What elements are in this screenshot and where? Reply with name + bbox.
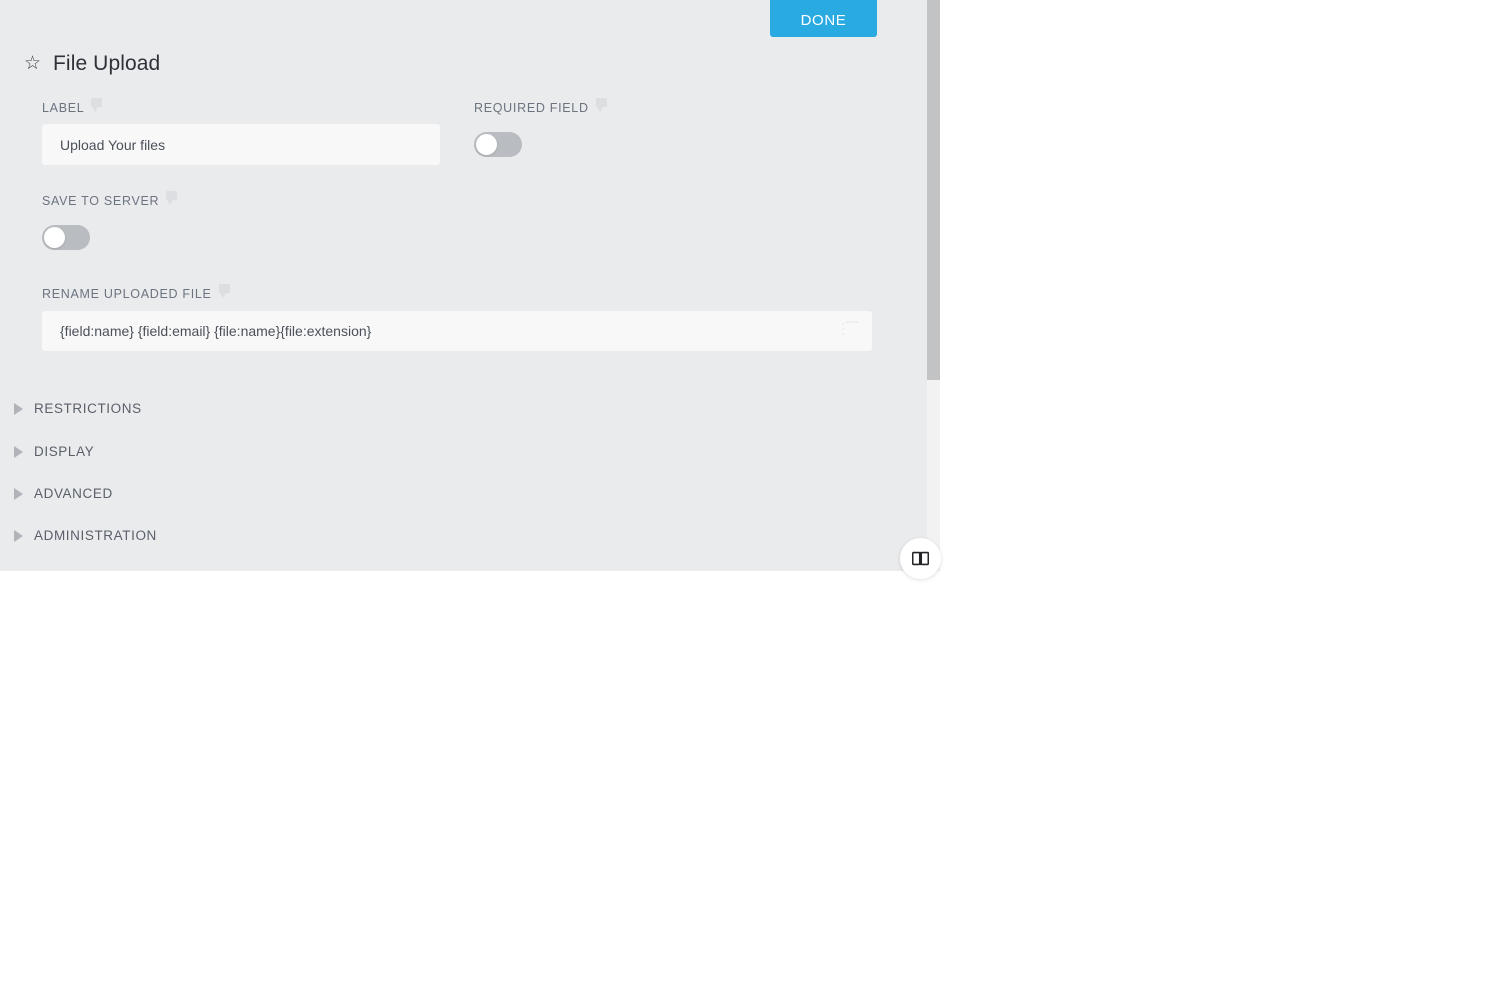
- triangle-right-icon: [14, 529, 23, 542]
- section-restrictions[interactable]: RESTRICTIONS: [14, 401, 142, 416]
- rename-uploaded-file-input[interactable]: [42, 311, 872, 351]
- label-field-caption: LABEL: [42, 98, 103, 115]
- open-book-icon: [911, 551, 930, 566]
- section-label: ADMINISTRATION: [34, 528, 157, 543]
- triangle-right-icon: [14, 402, 23, 415]
- label-field-caption-text: LABEL: [42, 101, 85, 115]
- star-outline-icon[interactable]: ☆: [24, 54, 44, 74]
- panel-scrollbar-thumb[interactable]: [927, 0, 940, 380]
- tooltip-bubble-icon[interactable]: [166, 191, 178, 205]
- section-administration[interactable]: ADMINISTRATION: [14, 528, 157, 543]
- required-field-toggle[interactable]: [474, 132, 522, 157]
- toggle-knob: [476, 134, 497, 155]
- save-to-server-toggle[interactable]: [42, 225, 90, 250]
- page-title: File Upload: [53, 52, 161, 75]
- section-advanced[interactable]: ADVANCED: [14, 486, 113, 501]
- rename-uploaded-file-caption-text: RENAME UPLOADED FILE: [42, 287, 212, 301]
- section-label: DISPLAY: [34, 444, 95, 459]
- tooltip-bubble-icon[interactable]: [218, 284, 230, 298]
- required-field-caption: REQUIRED FIELD: [474, 98, 607, 115]
- tooltip-bubble-icon[interactable]: [91, 98, 103, 112]
- section-label: RESTRICTIONS: [34, 401, 142, 416]
- tooltip-bubble-icon[interactable]: [595, 98, 607, 112]
- help-documentation-button[interactable]: [900, 538, 941, 579]
- panel-scrollbar-track[interactable]: [927, 0, 940, 571]
- panel-header: ☆ File Upload: [24, 52, 160, 76]
- list-icon[interactable]: [841, 321, 859, 339]
- toggle-knob: [44, 227, 65, 248]
- required-field-caption-text: REQUIRED FIELD: [474, 101, 589, 115]
- rename-uploaded-file-caption: RENAME UPLOADED FILE: [42, 284, 230, 301]
- field-settings-panel: DONE ☆ File Upload LABEL REQUIRED FIELD …: [0, 0, 940, 571]
- app-root: DONE ☆ File Upload LABEL REQUIRED FIELD …: [0, 0, 1497, 998]
- section-label: ADVANCED: [34, 486, 113, 501]
- triangle-right-icon: [14, 445, 23, 458]
- triangle-right-icon: [14, 487, 23, 500]
- save-to-server-caption: SAVE TO SERVER: [42, 191, 178, 208]
- section-display[interactable]: DISPLAY: [14, 444, 94, 459]
- save-to-server-caption-text: SAVE TO SERVER: [42, 194, 160, 208]
- done-button[interactable]: DONE: [770, 0, 877, 37]
- label-input[interactable]: [42, 124, 440, 165]
